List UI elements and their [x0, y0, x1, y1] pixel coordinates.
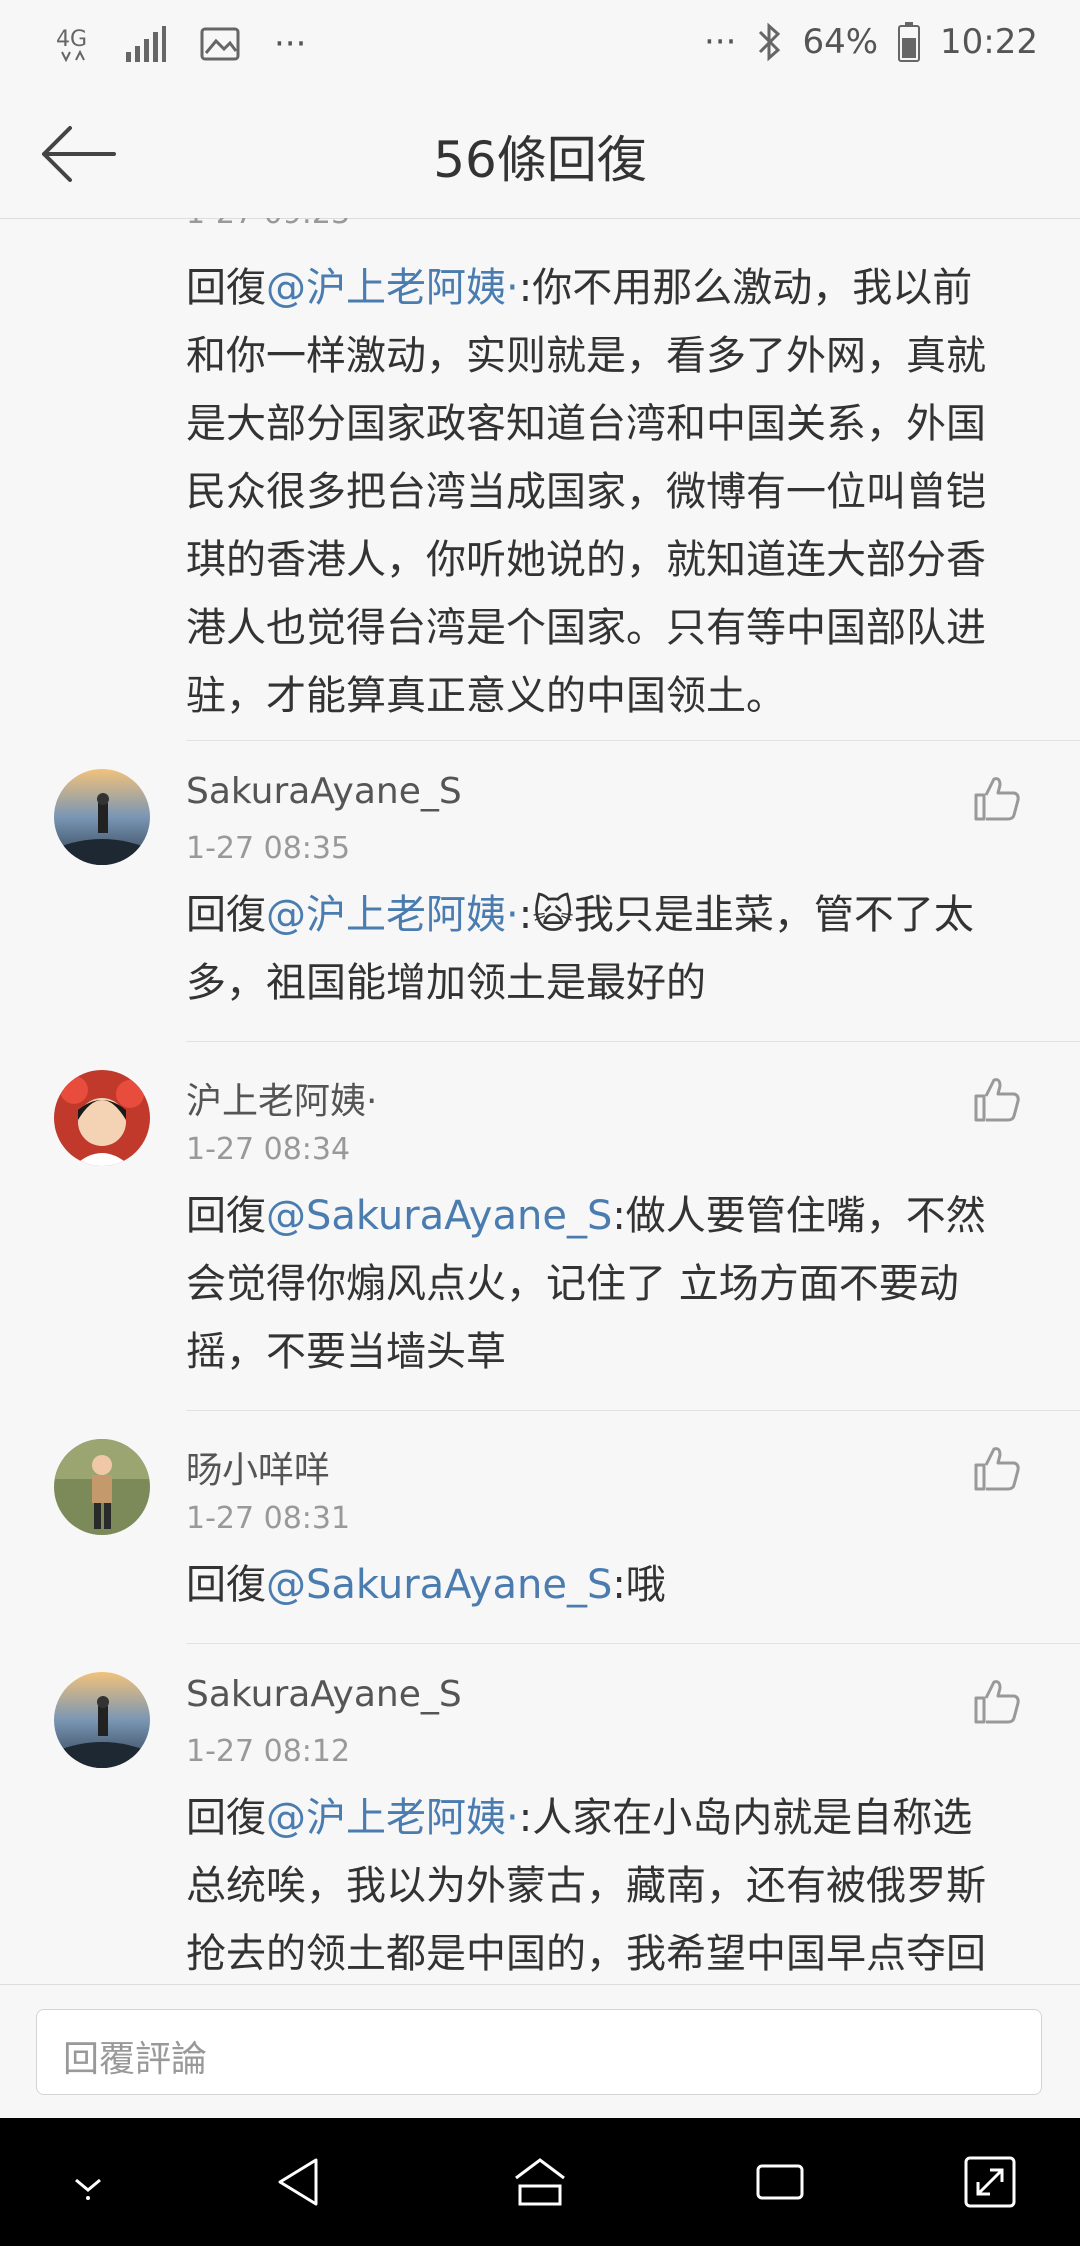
bluetooth-icon [756, 22, 782, 62]
mention-link[interactable]: @沪上老阿姨· [266, 265, 519, 311]
more-status: ··· [704, 22, 737, 62]
clock: 10:22 [940, 22, 1038, 62]
comment-body: 回復@沪上老阿姨·:人家在小岛内就是自称选 总统唉，我以为外蒙古，藏南，还有被俄… [186, 1795, 986, 1977]
recents-button[interactable] [750, 2152, 810, 2212]
username[interactable]: 旸小咩咩 [186, 1441, 330, 1493]
avatar[interactable] [54, 769, 150, 865]
thumbs-up-icon [974, 1447, 1020, 1491]
reply-input[interactable]: 回覆評論 [36, 2009, 1042, 2095]
expand-button[interactable] [960, 2152, 1020, 2212]
hide-keyboard-button[interactable] [58, 2152, 118, 2212]
comment-body: 回復@SakuraAyane_S:做人要管住嘴，不然 会觉得你煽风点火，记住了 … [186, 1193, 986, 1375]
battery-icon [898, 22, 921, 62]
comment-item: 沪上老阿姨· 1-27 08:34 回復@SakuraAyane_S:做人要管住… [54, 1042, 1080, 1411]
image-notification-icon [200, 27, 240, 61]
page-title: 56條回復 [433, 131, 647, 189]
comment-item: 1-27 09:23 回復@沪上老阿姨·:你不用那么激动，我以前 和你一样激动，… [186, 218, 1080, 741]
comment-list[interactable]: 1-27 09:23 回復@沪上老阿姨·:你不用那么激动，我以前 和你一样激动，… [0, 218, 1080, 1984]
svg-text:4G: 4G [56, 27, 87, 52]
timestamp: 1-27 08:34 [186, 1132, 351, 1167]
avatar[interactable] [54, 1672, 150, 1768]
comment-body: 回復@SakuraAyane_S:哦 [186, 1562, 666, 1608]
chevron-down-icon [75, 2178, 101, 2200]
comment-body: 回復@沪上老阿姨·:你不用那么激动，我以前 和你一样激动，实则就是，看多了外网，… [186, 265, 986, 719]
username[interactable]: SakuraAyane_S [186, 771, 462, 812]
like-button[interactable] [972, 1676, 1022, 1726]
system-nav-bar [0, 2118, 1080, 2246]
more-notifications: ··· [274, 24, 307, 64]
comment-body: 回復@沪上老阿姨·:🙀我只是韭菜，管不了太 多，祖国能增加领土是最好的 [186, 892, 974, 1006]
comment-item: SakuraAyane_S 1-27 08:12 回復@沪上老阿姨·:人家在小岛… [54, 1644, 1080, 1984]
username[interactable]: 沪上老阿姨· [186, 1072, 377, 1124]
comment-item: SakuraAyane_S 1-27 08:35 回復@沪上老阿姨·:🙀我只是韭… [54, 741, 1080, 1042]
timestamp: 1-27 09:23 [186, 218, 350, 231]
mention-link[interactable]: @SakuraAyane_S [266, 1193, 612, 1239]
thumbs-up-icon [974, 777, 1020, 821]
like-button[interactable] [972, 773, 1022, 823]
avatar[interactable] [54, 1070, 150, 1166]
mention-link[interactable]: @SakuraAyane_S [266, 1562, 612, 1608]
timestamp: 1-27 08:35 [186, 831, 351, 866]
thumbs-up-icon [974, 1078, 1020, 1122]
battery-percent: 64% [802, 22, 879, 62]
triangle-back-icon [278, 2158, 318, 2206]
signal-icon [126, 26, 166, 62]
timestamp: 1-27 08:31 [186, 1501, 351, 1536]
comment-item: 旸小咩咩 1-27 08:31 回復@SakuraAyane_S:哦 [54, 1411, 1080, 1644]
recents-icon [756, 2164, 804, 2200]
mention-link[interactable]: @沪上老阿姨· [266, 1795, 519, 1841]
network-4g-icon: 4G [56, 22, 92, 66]
expand-icon [964, 2156, 1016, 2208]
thumbs-up-icon [974, 1680, 1020, 1724]
avatar[interactable] [54, 1439, 150, 1535]
like-button[interactable] [972, 1443, 1022, 1493]
timestamp: 1-27 08:12 [186, 1734, 351, 1769]
back-nav-button[interactable] [270, 2152, 330, 2212]
header: 56條回復 [0, 90, 1080, 219]
username[interactable]: SakuraAyane_S [186, 1674, 462, 1715]
home-icon [515, 2158, 565, 2206]
mention-link[interactable]: @沪上老阿姨· [266, 892, 519, 938]
status-bar: 4G ··· ··· 64% 10:22 [0, 0, 1080, 90]
like-button[interactable] [972, 1074, 1022, 1124]
home-button[interactable] [510, 2152, 570, 2212]
reply-bar: 回覆評論 [0, 1984, 1080, 2119]
